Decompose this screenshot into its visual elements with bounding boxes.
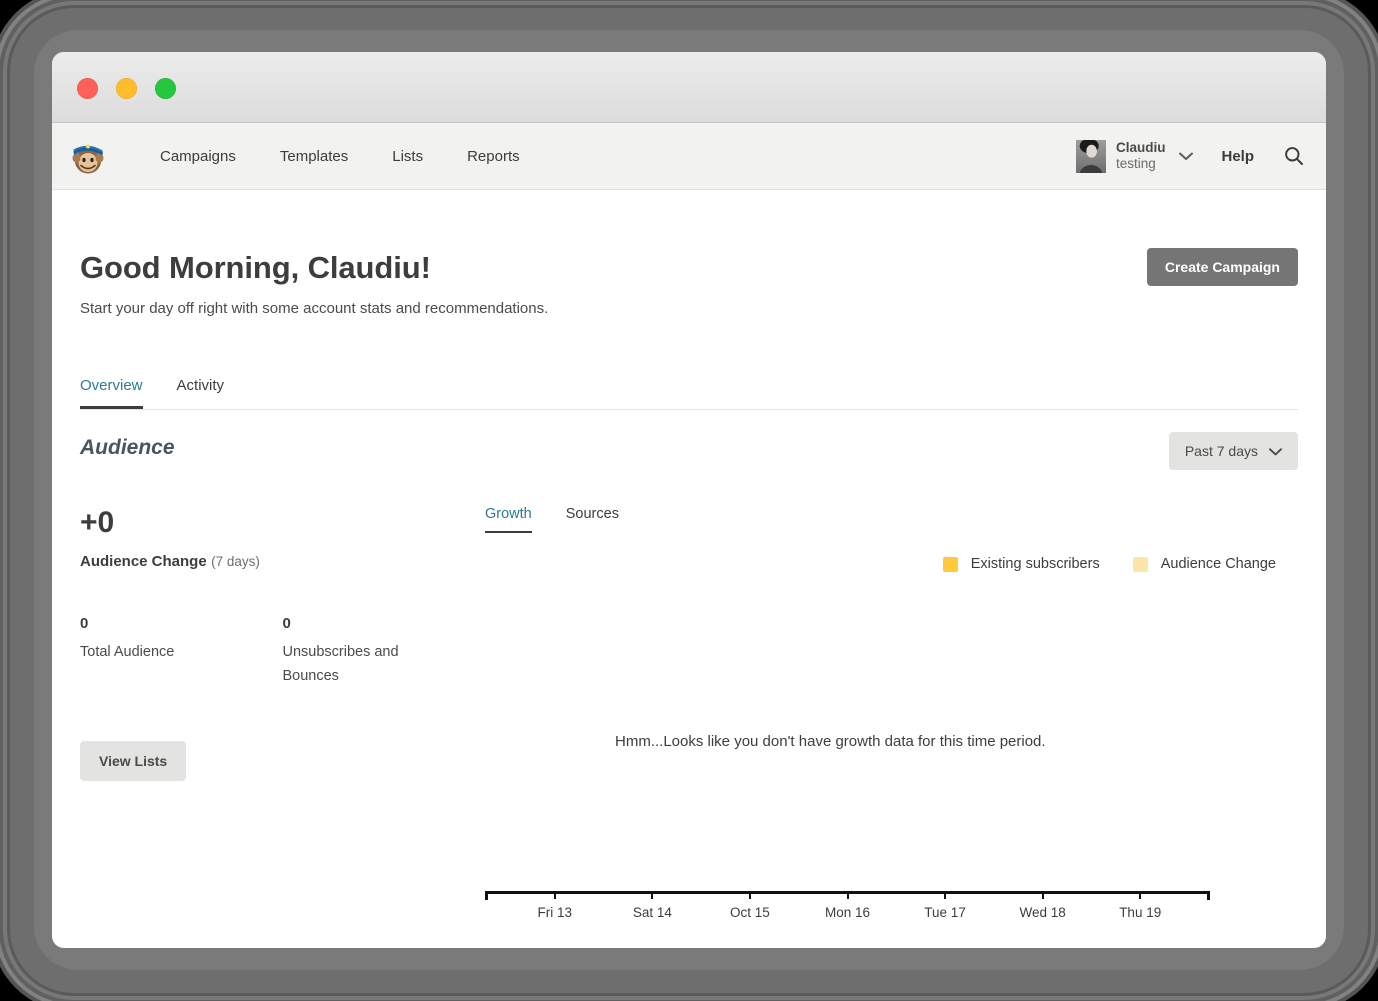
minimize-button[interactable] (116, 78, 137, 99)
nav-link-templates[interactable]: Templates (258, 148, 370, 165)
audience-body: +0 Audience Change (7 days) 0 Total Audi… (80, 506, 1298, 781)
chart-x-axis: Fri 13 Sat 14 Oct 15 Mon 16 Tue 17 Wed 18 Thu … (485, 891, 1210, 931)
chart-legend: Existing subscribers Audience Change (943, 556, 1276, 572)
axis-tick (749, 891, 751, 899)
chart-empty-message: Hmm...Looks like you don't have growth d… (615, 733, 1046, 750)
search-icon[interactable] (1284, 146, 1304, 166)
help-link[interactable]: Help (1221, 148, 1254, 165)
account-sub: testing (1116, 156, 1166, 172)
nav-right-cluster: Claudiu testing Help (1076, 123, 1326, 189)
legend-item-audience-change: Audience Change (1133, 556, 1276, 572)
axis-tick-label: Oct 15 (730, 905, 770, 920)
nav-link-campaigns[interactable]: Campaigns (138, 148, 258, 165)
tab-sources[interactable]: Sources (566, 506, 619, 533)
audience-chart-column: Growth Sources Existing subscribers Audi… (485, 506, 1298, 781)
audience-change-caption: Audience Change (7 days) (80, 553, 485, 571)
stat-label: Unsubscribes and Bounces (283, 641, 418, 689)
hero-section: Good Morning, Claudiu! Start your day of… (80, 190, 1298, 317)
axis-tick-label: Tue 17 (924, 905, 966, 920)
legend-swatch (1133, 557, 1148, 572)
tab-activity[interactable]: Activity (177, 377, 225, 409)
axis-tick (651, 891, 653, 899)
date-range-select[interactable]: Past 7 days (1169, 432, 1298, 470)
audience-header-row: Audience Past 7 days (80, 436, 1298, 480)
axis-tick-label: Wed 18 (1020, 905, 1066, 920)
close-button[interactable] (77, 78, 98, 99)
stat-value: 0 (283, 615, 486, 632)
app-navbar: Campaigns Templates Lists Reports Claudi… (52, 123, 1326, 190)
nav-link-reports[interactable]: Reports (445, 148, 542, 165)
axis-end-cap-right (1207, 891, 1210, 900)
tab-growth[interactable]: Growth (485, 506, 532, 533)
page-subtitle: Start your day off right with some accou… (80, 300, 1298, 317)
legend-swatch (943, 557, 958, 572)
axis-tick-label: Mon 16 (825, 905, 870, 920)
audience-change-label: Audience Change (80, 553, 207, 570)
chart-tabs: Growth Sources (485, 506, 1298, 533)
chevron-down-icon (1269, 443, 1282, 459)
axis-tick (1042, 891, 1044, 899)
stat-total-audience: 0 Total Audience (80, 615, 283, 689)
audience-change-hint: (7 days) (211, 554, 260, 569)
axis-tick (1139, 891, 1141, 899)
axis-tick (847, 891, 849, 899)
axis-end-cap-left (485, 891, 488, 900)
maximize-button[interactable] (155, 78, 176, 99)
axis-tick-label: Fri 13 (538, 905, 573, 920)
tab-overview[interactable]: Overview (80, 377, 143, 409)
legend-label: Audience Change (1161, 556, 1276, 572)
window-controls (77, 78, 176, 99)
audience-substats: 0 Total Audience 0 Unsubscribes and Boun… (80, 615, 485, 689)
chevron-down-icon[interactable] (1179, 149, 1193, 164)
account-menu[interactable]: Claudiu testing (1116, 140, 1166, 173)
browser-window: Campaigns Templates Lists Reports Claudi… (52, 52, 1326, 948)
view-lists-button[interactable]: View Lists (80, 741, 186, 781)
primary-nav: Campaigns Templates Lists Reports (138, 148, 542, 165)
avatar[interactable] (1076, 140, 1106, 173)
axis-tick (554, 891, 556, 899)
mailchimp-freddie-logo-icon[interactable] (68, 136, 108, 176)
audience-section-title: Audience (80, 436, 1298, 460)
main-tabs: Overview Activity (80, 377, 1298, 410)
page-content: Good Morning, Claudiu! Start your day of… (52, 190, 1326, 781)
legend-item-existing-subscribers: Existing subscribers (943, 556, 1100, 572)
stat-label: Total Audience (80, 641, 215, 665)
create-campaign-button[interactable]: Create Campaign (1147, 248, 1298, 286)
account-name: Claudiu (1116, 140, 1166, 156)
audience-change-value: +0 (80, 506, 485, 540)
page-title: Good Morning, Claudiu! (80, 250, 1298, 286)
axis-tick-label: Thu 19 (1119, 905, 1161, 920)
date-range-label: Past 7 days (1185, 443, 1258, 459)
nav-link-lists[interactable]: Lists (370, 148, 445, 165)
legend-label: Existing subscribers (971, 556, 1100, 572)
window-titlebar (52, 52, 1326, 123)
stat-unsubscribes-bounces: 0 Unsubscribes and Bounces (283, 615, 486, 689)
axis-tick (944, 891, 946, 899)
axis-tick-label: Sat 14 (633, 905, 672, 920)
audience-stats-column: +0 Audience Change (7 days) 0 Total Audi… (80, 506, 485, 781)
stat-value: 0 (80, 615, 283, 632)
